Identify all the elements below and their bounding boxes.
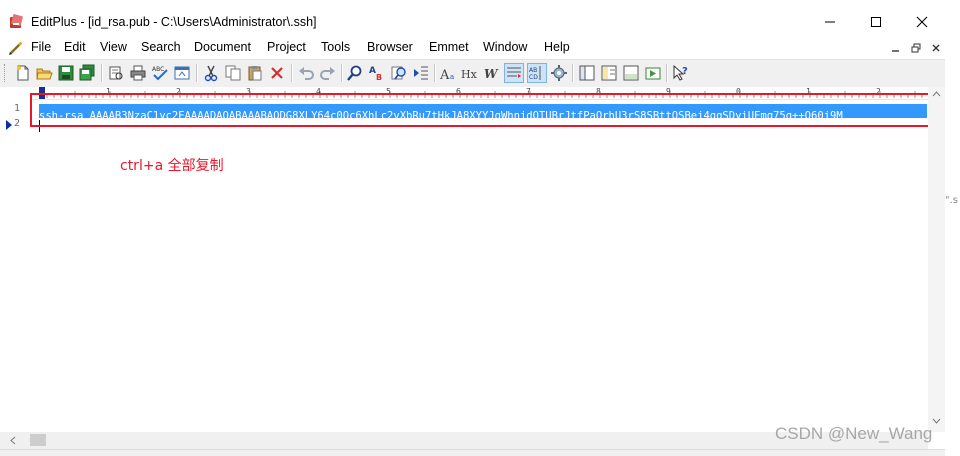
- goto-line-icon[interactable]: [412, 64, 430, 82]
- close-button[interactable]: [899, 6, 945, 38]
- find-icon[interactable]: [346, 64, 364, 82]
- editor-area[interactable]: 123456789012 1 2 ssh-rsa AAAAB3NzaC1yc2E…: [0, 87, 945, 432]
- toolbar-separator: [572, 64, 574, 82]
- replace-icon[interactable]: AB: [368, 64, 386, 82]
- html-toolbar-icon[interactable]: Hx: [461, 64, 479, 82]
- undo-icon[interactable]: [297, 64, 315, 82]
- help-icon[interactable]: ?: [672, 64, 690, 82]
- mdi-restore-button[interactable]: [908, 41, 924, 55]
- svg-text:ABC: ABC: [152, 66, 164, 73]
- editplus-app-icon: [10, 14, 23, 28]
- toolbar-separator: [196, 64, 198, 82]
- save-icon[interactable]: [57, 64, 75, 82]
- output-window-icon[interactable]: [622, 64, 640, 82]
- directory-window-icon[interactable]: [578, 64, 596, 82]
- cliptext-icon[interactable]: [600, 64, 618, 82]
- menu-edit[interactable]: Edit: [64, 40, 86, 54]
- main-toolbar: ABC AB Aa Hx W AB CD ?: [0, 59, 945, 88]
- maximize-button[interactable]: [853, 6, 899, 38]
- svg-text:a: a: [450, 73, 454, 81]
- minimize-icon: [825, 21, 835, 23]
- font-icon[interactable]: Aa: [439, 64, 457, 82]
- toolbar-separator: [434, 64, 436, 82]
- svg-text:Hx: Hx: [461, 68, 478, 81]
- cut-icon[interactable]: [202, 64, 220, 82]
- menu-project[interactable]: Project: [267, 40, 306, 54]
- restore-icon: [911, 43, 921, 53]
- line-numbers-icon[interactable]: ABCD: [527, 63, 547, 83]
- copy-icon[interactable]: [224, 64, 242, 82]
- svg-text:AB: AB: [529, 67, 537, 74]
- close-icon: [916, 16, 928, 28]
- paste-icon[interactable]: [246, 64, 264, 82]
- title-bar: EditPlus - [id_rsa.pub - C:\Users\Admini…: [0, 0, 960, 38]
- background-window-text: ".s: [945, 195, 958, 206]
- menu-file[interactable]: File: [31, 40, 51, 54]
- svg-text:W: W: [484, 67, 499, 81]
- open-folder-icon[interactable]: [35, 64, 53, 82]
- minimize-button[interactable]: [807, 6, 853, 38]
- mdi-close-button[interactable]: [928, 41, 944, 55]
- toolbar-separator: [341, 64, 343, 82]
- print-icon[interactable]: [129, 64, 147, 82]
- toolbar-grip[interactable]: [4, 64, 8, 82]
- document-pen-icon[interactable]: [8, 40, 24, 56]
- background-window-strip: [945, 38, 960, 455]
- toolbar-separator: [291, 64, 293, 82]
- save-all-icon[interactable]: [78, 64, 96, 82]
- toolbar-separator: [101, 64, 103, 82]
- menu-window[interactable]: Window: [483, 40, 527, 54]
- scroll-left-icon[interactable]: [10, 436, 16, 445]
- find-in-files-icon[interactable]: [390, 64, 408, 82]
- print-preview-icon[interactable]: [107, 64, 125, 82]
- menu-bar: File Edit View Search Document Project T…: [0, 38, 945, 58]
- menu-view[interactable]: View: [100, 40, 127, 54]
- delete-icon[interactable]: [268, 64, 286, 82]
- new-file-icon[interactable]: [14, 64, 32, 82]
- preferences-icon[interactable]: [550, 64, 568, 82]
- menu-search[interactable]: Search: [141, 40, 181, 54]
- scroll-up-icon[interactable]: [932, 91, 941, 97]
- spell-check-icon[interactable]: ABC: [151, 64, 169, 82]
- scroll-down-icon[interactable]: [932, 418, 941, 424]
- browser-view-icon[interactable]: [173, 64, 191, 82]
- minimize-icon: [892, 50, 899, 52]
- csdn-watermark: CSDN @New_Wang: [775, 424, 933, 443]
- menu-document[interactable]: Document: [194, 40, 251, 54]
- mdi-minimize-button[interactable]: [888, 41, 904, 55]
- menu-emmet[interactable]: Emmet: [429, 40, 469, 54]
- current-line-marker: [6, 120, 12, 130]
- redo-icon[interactable]: [319, 64, 337, 82]
- svg-text:B: B: [376, 73, 382, 82]
- svg-text:A: A: [439, 68, 450, 82]
- line-number-1: 1: [14, 103, 21, 114]
- maximize-icon: [871, 17, 881, 27]
- line-number-gutter: 1 2: [0, 99, 32, 419]
- run-icon[interactable]: [644, 64, 662, 82]
- menu-tools[interactable]: Tools: [321, 40, 350, 54]
- svg-text:A: A: [369, 66, 376, 76]
- horizontal-scroll-thumb[interactable]: [30, 434, 46, 446]
- vertical-scrollbar[interactable]: [928, 87, 945, 432]
- svg-text:CD: CD: [529, 74, 538, 81]
- svg-text:?: ?: [682, 66, 688, 77]
- red-highlight-box: [30, 93, 930, 127]
- menu-help[interactable]: Help: [544, 40, 570, 54]
- close-icon: [932, 44, 940, 52]
- window-title: EditPlus - [id_rsa.pub - C:\Users\Admini…: [31, 15, 317, 29]
- line-number-2: 2: [14, 118, 21, 129]
- toolbar-separator: [666, 64, 668, 82]
- ruler-toggle-icon[interactable]: [504, 63, 524, 83]
- word-wrap-icon[interactable]: W: [483, 64, 501, 82]
- menu-browser[interactable]: Browser: [367, 40, 413, 54]
- annotation-text: ctrl+a 全部复制: [120, 158, 224, 174]
